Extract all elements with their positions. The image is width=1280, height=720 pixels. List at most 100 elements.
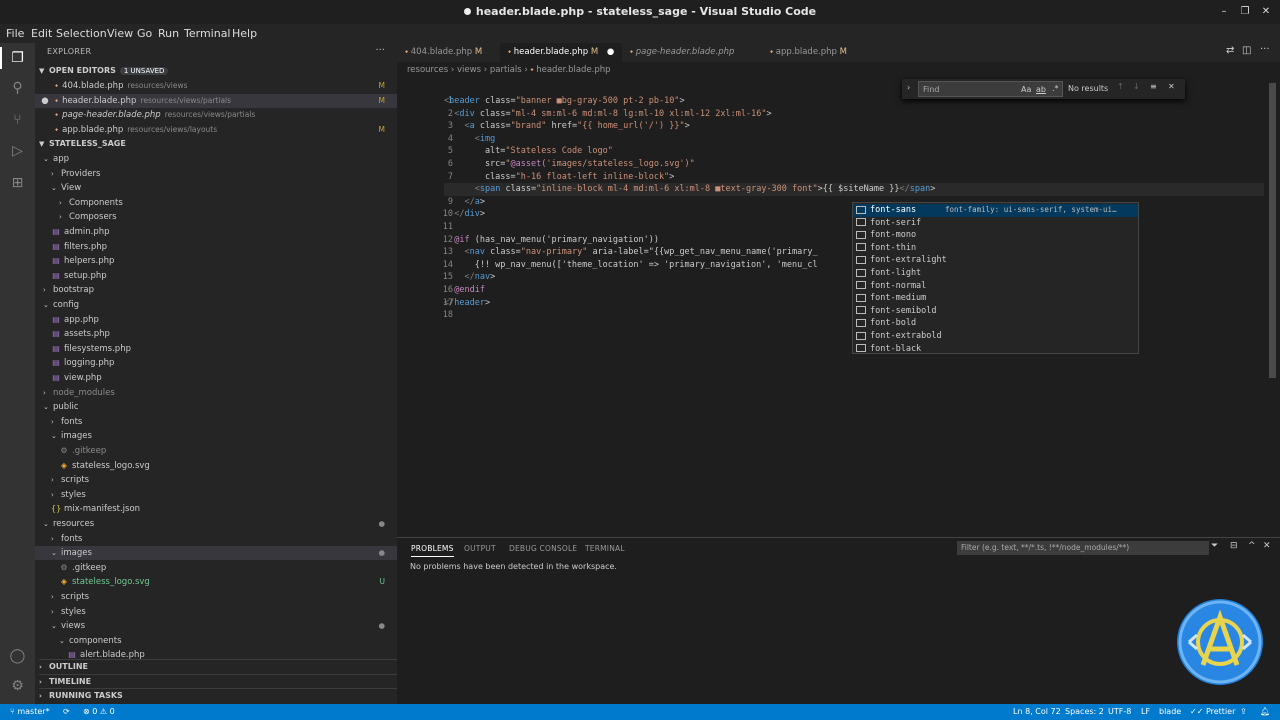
suggestion-item[interactable]: font-mono [853,229,1138,242]
tree-item[interactable]: ▤ admin.php [35,225,397,239]
match-case-icon[interactable]: Aa [1021,85,1031,94]
tree-item[interactable]: ◈ stateless_logo.svg [35,459,397,473]
tree-item[interactable]: › styles [35,488,397,502]
tree-item[interactable]: › Providers [35,167,397,181]
tree-item[interactable]: ⚙ .gitkeep [35,444,397,458]
suggestion-item[interactable]: font-extralight [853,254,1138,267]
suggestion-item[interactable]: font-normal [853,280,1138,293]
tab-problems[interactable]: PROBLEMS [411,544,454,557]
tab-404-blade[interactable]: ⬩ 404.blade.php M [397,43,500,62]
unsaved-dot-icon[interactable]: ● [607,47,614,57]
tree-item[interactable]: ▤ helpers.php [35,254,397,268]
open-editors-header[interactable]: ▼ OPEN EDITORS 1 UNSAVED [39,64,169,78]
tree-item[interactable]: ⌄ images ● [35,546,397,561]
open-changes-icon[interactable]: ⇄ [1226,45,1234,56]
tab-output[interactable]: OUTPUT [464,544,496,553]
tree-item[interactable]: › fonts [35,532,397,546]
open-editor-item[interactable]: ● ⬩ header.blade.php resources/views/partia… [35,93,397,108]
encoding[interactable]: UTF-8 [1108,704,1131,720]
tree-item[interactable]: › styles [35,605,397,619]
suggestion-item[interactable]: font-serif [853,217,1138,230]
tree-item[interactable]: ⌄ app [35,152,397,166]
tree-item[interactable]: {} mix-manifest.json [35,502,397,516]
extensions-icon[interactable]: ⊞ [8,174,27,193]
menu-terminal[interactable]: Terminal [184,24,231,43]
tree-item[interactable]: ◈ stateless_logo.svg U [35,575,397,589]
maximize-panel-icon[interactable]: ^ [1248,541,1256,551]
tree-item[interactable]: ⌄ resources ● [35,517,397,531]
suggestion-item[interactable]: font-light [853,267,1138,280]
tab-debug-console[interactable]: DEBUG CONSOLE [509,544,577,553]
tree-item[interactable]: › bootstrap [35,283,397,297]
tree-item[interactable]: ⌄ config [35,298,397,312]
tree-item[interactable]: ⌄ public [35,400,397,414]
manage-gear-icon[interactable]: ⚙ [8,677,27,696]
close-panel-icon[interactable]: ✕ [1263,541,1271,551]
tree-item[interactable]: › node_modules [35,386,397,400]
notifications-bell-icon[interactable]: 🔔︎ [1260,704,1270,720]
minimize-icon[interactable]: – [1214,0,1234,24]
prettier-status[interactable]: ✓✓ Prettier [1190,704,1235,720]
accounts-icon[interactable]: ◯ [8,647,27,666]
problems-indicator[interactable]: ⊗ 0 ⚠ 0 [83,704,115,720]
regex-icon[interactable]: .* [1052,84,1059,93]
collapse-all-icon[interactable]: ⊟ [1230,541,1238,551]
tree-item[interactable]: ⌄ images [35,429,397,443]
find-in-selection-icon[interactable]: ≡ [1150,82,1157,91]
breadcrumb-item[interactable]: header.blade.php [536,65,610,75]
run-debug-icon[interactable]: ▷ [8,142,27,161]
tree-item[interactable]: › Components [35,196,397,210]
suggestion-item[interactable]: font-sans font-family: ui-sans-serif, sys… [853,204,1138,217]
open-editor-item[interactable]: ⬩ 404.blade.php resources/views M [35,79,397,93]
tree-item[interactable]: ▤ filesystems.php [35,342,397,356]
breadcrumb-item[interactable]: views [457,65,481,75]
tree-item[interactable]: ▤ app.php [35,313,397,327]
end-of-line[interactable]: LF [1141,704,1150,720]
toggle-replace-icon[interactable]: › [907,83,910,92]
menu-go[interactable]: Go [137,24,152,43]
tree-item[interactable]: ⌄ views ● [35,619,397,633]
find-input[interactable]: Find Aa ab .* [918,81,1063,97]
breadcrumb-item[interactable]: resources [407,65,448,75]
source-control-icon[interactable]: ⑂ [8,111,27,130]
menu-run[interactable]: Run [158,24,179,43]
tab-app-blade[interactable]: ⬩ app.blade.php M [762,43,862,62]
tree-item[interactable]: ▤ view.php [35,371,397,385]
problems-filter-input[interactable]: Filter (e.g. text, **/*.ts, !**/node_mod… [957,541,1209,555]
tab-header-blade[interactable]: ⬩ header.blade.php M ● [500,43,622,62]
filter-icon[interactable]: ⏷ [1211,541,1218,551]
outline-header[interactable]: › OUTLINE [39,659,397,673]
menu-file[interactable]: File [6,24,24,43]
tree-item[interactable]: › fonts [35,415,397,429]
suggestion-item[interactable]: font-extrabold [853,330,1138,343]
menu-help[interactable]: Help [232,24,257,43]
suggestion-item[interactable]: font-thin [853,242,1138,255]
open-editor-item[interactable]: ⬩ app.blade.php resources/views/layouts M [35,123,397,137]
close-window-icon[interactable]: ✕ [1256,0,1276,24]
tree-item[interactable]: › scripts [35,473,397,487]
whole-word-icon[interactable]: ab [1036,85,1046,94]
language-mode[interactable]: blade [1159,704,1181,720]
suggestion-item[interactable]: font-semibold [853,305,1138,318]
split-editor-icon[interactable]: ◫ [1242,45,1251,56]
tree-item[interactable]: ▤ assets.php [35,327,397,341]
search-icon[interactable]: ⚲ [8,79,27,98]
tree-item[interactable]: ⌄ View [35,181,397,195]
timeline-header[interactable]: › TIMELINE [39,674,397,688]
explorer-icon[interactable]: ❐ [8,49,27,68]
tree-item[interactable]: ⌄ components [35,634,397,648]
open-editor-item[interactable]: ⬩ page-header.blade.php resources/views/pa… [35,108,397,122]
sync-icon[interactable]: ⟳ [63,704,70,720]
suggestion-item[interactable]: font-bold [853,317,1138,330]
menu-edit[interactable]: Edit [31,24,52,43]
cursor-position[interactable]: Ln 8, Col 72 [1013,704,1061,720]
editor-scrollbar[interactable] [1269,83,1276,378]
tab-page-header-blade[interactable]: ⬩ page-header.blade.php [622,43,762,62]
tree-item[interactable]: ⚙ .gitkeep [35,561,397,575]
branch-indicator[interactable]: ⑂ master* [10,704,50,720]
menu-view[interactable]: View [107,24,133,43]
next-match-icon[interactable]: ↓ [1133,82,1140,91]
tree-item[interactable]: › scripts [35,590,397,604]
indentation[interactable]: Spaces: 2 [1065,704,1104,720]
more-actions-icon[interactable]: ··· [375,45,385,56]
